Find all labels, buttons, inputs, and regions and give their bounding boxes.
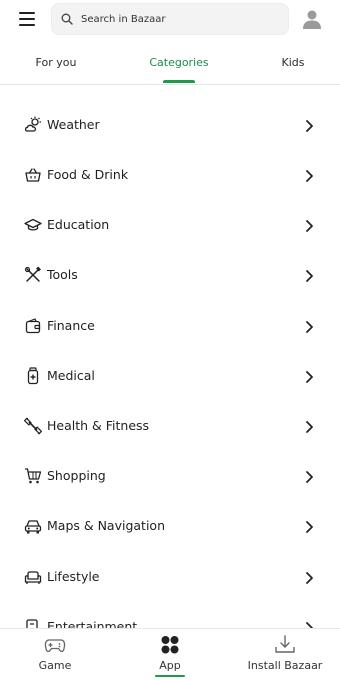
category-row-food-drink[interactable]: Food & Drink	[0, 150, 340, 200]
search-input[interactable]: Search in Bazaar	[51, 3, 289, 35]
user-avatar-icon[interactable]	[301, 8, 323, 30]
nav-install-bazaar-label: Install Bazaar	[247, 659, 323, 672]
category-label: Tools	[47, 267, 78, 282]
tools-icon	[24, 266, 41, 282]
top-tabs: For you Categories Kids	[0, 48, 340, 85]
category-row-health-fitness[interactable]: Health & Fitness	[0, 401, 340, 451]
category-label: Health & Fitness	[47, 418, 150, 433]
dumbbell-icon	[24, 417, 42, 435]
apps-grid-icon	[161, 636, 179, 654]
nav-game-label: Game	[38, 659, 72, 672]
category-row-shopping[interactable]: Shopping	[0, 451, 340, 501]
search-placeholder: Search in Bazaar	[81, 13, 166, 25]
weather-icon	[24, 116, 41, 132]
category-label: Finance	[47, 318, 95, 333]
chevron-right-icon	[306, 170, 313, 182]
nav-app-label: App	[159, 659, 181, 672]
tab-for-you[interactable]: For you	[21, 48, 91, 84]
car-icon	[24, 520, 42, 534]
tab-kids[interactable]: Kids	[265, 48, 321, 84]
category-label: Food & Drink	[47, 167, 129, 182]
chevron-right-icon	[306, 371, 313, 383]
category-label: Education	[47, 217, 110, 232]
category-row-maps-navigation[interactable]: Maps & Navigation	[0, 501, 340, 551]
category-label: Medical	[47, 368, 95, 383]
tab-categories[interactable]: Categories	[139, 48, 219, 84]
category-label: Lifestyle	[47, 569, 100, 584]
entertainment-icon	[26, 619, 38, 628]
menu-icon-line	[19, 12, 35, 14]
sofa-icon	[24, 571, 42, 584]
nav-install-bazaar[interactable]: Install Bazaar	[245, 629, 325, 680]
medicine-bottle-icon	[27, 367, 39, 385]
menu-icon-line	[19, 24, 35, 26]
wallet-icon	[25, 318, 41, 334]
category-label: Entertainment	[47, 619, 138, 628]
nav-app[interactable]: App	[145, 629, 195, 680]
top-bar: Search in Bazaar	[0, 0, 340, 38]
chevron-right-icon	[306, 120, 313, 132]
chevron-right-icon	[306, 572, 313, 584]
category-row-education[interactable]: Education	[0, 200, 340, 250]
active-tab-indicator	[163, 80, 195, 83]
chevron-right-icon	[306, 421, 313, 433]
category-label: Maps & Navigation	[47, 518, 166, 533]
search-icon	[61, 13, 73, 25]
category-label: Weather	[47, 117, 100, 132]
category-row-finance[interactable]: Finance	[0, 301, 340, 351]
category-row-tools[interactable]: Tools	[0, 250, 340, 300]
chevron-right-icon	[306, 471, 313, 483]
chevron-right-icon	[306, 521, 313, 533]
menu-button[interactable]	[12, 5, 42, 33]
category-row-medical[interactable]: Medical	[0, 351, 340, 401]
food-basket-icon	[25, 168, 41, 182]
shopping-cart-icon	[25, 468, 42, 484]
download-icon	[275, 635, 295, 653]
chevron-right-icon	[306, 622, 313, 628]
category-label: Shopping	[47, 468, 106, 483]
category-row-lifestyle[interactable]: Lifestyle	[0, 552, 340, 602]
bottom-navigation: Game App Install Bazaar	[0, 628, 340, 680]
chevron-right-icon	[306, 321, 313, 333]
gamepad-icon	[44, 639, 66, 653]
active-nav-indicator	[155, 675, 185, 677]
nav-game[interactable]: Game	[30, 629, 80, 680]
category-row-entertainment[interactable]: Entertainment	[0, 602, 340, 628]
chevron-right-icon	[306, 220, 313, 232]
category-list: Weather Food & Drink Education Tools Fin…	[0, 98, 340, 628]
graduation-cap-icon	[24, 218, 42, 231]
menu-icon-line	[19, 18, 35, 20]
chevron-right-icon	[306, 270, 313, 282]
category-row-weather[interactable]: Weather	[0, 100, 340, 150]
